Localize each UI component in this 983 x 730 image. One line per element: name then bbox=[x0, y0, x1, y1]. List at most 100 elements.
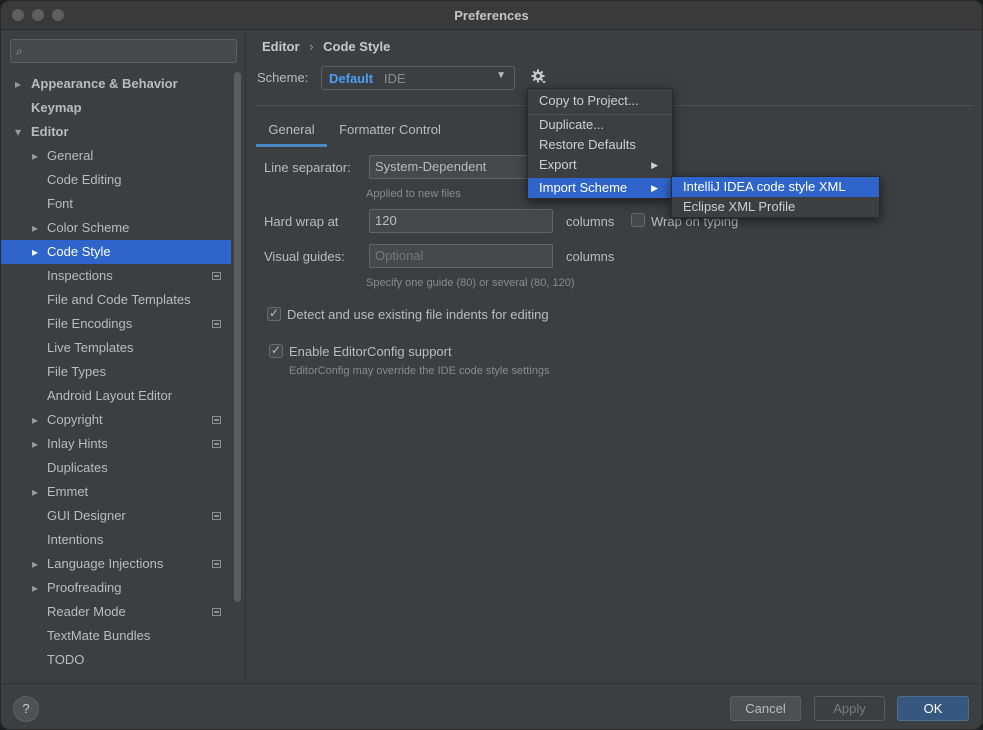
visual-guides-input[interactable]: Optional bbox=[369, 244, 553, 268]
project-level-icon bbox=[212, 560, 221, 568]
sidebar-item-reader-mode[interactable]: Reader Mode bbox=[1, 600, 231, 624]
hard-wrap-input[interactable]: 120 bbox=[369, 209, 553, 233]
tab-formatter-control[interactable]: Formatter Control bbox=[332, 115, 448, 147]
breadcrumb-parent[interactable]: Editor bbox=[262, 39, 300, 54]
scheme-type: IDE bbox=[384, 71, 406, 86]
chevron-down-icon[interactable]: ▾ bbox=[15, 120, 21, 144]
sidebar-item-label: Live Templates bbox=[47, 340, 134, 355]
detect-indents-label: Detect and use existing file indents for… bbox=[287, 307, 549, 322]
sidebar-item-label: Emmet bbox=[47, 484, 89, 499]
sidebar-item-duplicates[interactable]: Duplicates bbox=[1, 456, 231, 480]
sidebar-item-file-types[interactable]: File Types bbox=[1, 360, 231, 384]
sidebar-item-color-scheme[interactable]: ▸ Color Scheme bbox=[1, 216, 231, 240]
chevron-right-icon[interactable]: ▸ bbox=[32, 408, 38, 432]
help-button[interactable]: ? bbox=[13, 696, 39, 722]
preferences-window: Preferences ⌕ ▸ Appearance & Behavior Keym… bbox=[0, 0, 983, 730]
menu-item-duplicate[interactable]: Duplicate... bbox=[528, 115, 672, 135]
sidebar-item-code-style[interactable]: ▸ Code Style bbox=[1, 240, 231, 264]
wrap-on-typing-checkbox[interactable] bbox=[631, 213, 645, 227]
detect-indents-checkbox[interactable] bbox=[267, 306, 281, 321]
editorconfig-label: Enable EditorConfig support bbox=[289, 344, 452, 359]
chevron-right-icon[interactable]: ▸ bbox=[32, 432, 38, 456]
menu-item-label: IntelliJ IDEA code style XML bbox=[683, 179, 846, 194]
breadcrumb-separator: › bbox=[309, 39, 314, 54]
sidebar-item-label: General bbox=[47, 148, 94, 163]
menu-item-label: Export bbox=[539, 157, 577, 172]
sidebar-item-label: Android Layout Editor bbox=[47, 388, 173, 403]
sidebar-item-language-injections[interactable]: ▸ Language Injections bbox=[1, 552, 231, 576]
menu-item-label: Copy to Project... bbox=[539, 93, 639, 108]
sidebar-item-label: Font bbox=[47, 196, 74, 211]
visual-guides-unit: columns bbox=[566, 249, 615, 264]
sidebar-item-label: Inspections bbox=[47, 268, 113, 283]
tab-general[interactable]: General bbox=[256, 115, 327, 147]
project-level-icon bbox=[212, 440, 221, 448]
chevron-right-icon[interactable]: ▸ bbox=[32, 240, 38, 264]
project-level-icon bbox=[212, 608, 221, 616]
sidebar-item-file-and-code-templates[interactable]: File and Code Templates bbox=[1, 288, 231, 312]
sidebar-item-label: Appearance & Behavior bbox=[31, 76, 178, 91]
chevron-right-icon[interactable]: ▸ bbox=[32, 216, 38, 240]
menu-item-restore-defaults[interactable]: Restore Defaults bbox=[528, 135, 672, 155]
menu-item-copy-to-project[interactable]: Copy to Project... bbox=[528, 91, 672, 111]
menu-item-label: Restore Defaults bbox=[539, 137, 636, 152]
sidebar-item-label: Proofreading bbox=[47, 580, 122, 595]
sidebar-item-editor[interactable]: ▾ Editor bbox=[1, 120, 231, 144]
sidebar-item-code-editing[interactable]: Code Editing bbox=[1, 168, 231, 192]
visual-guides-placeholder: Optional bbox=[375, 248, 424, 263]
sidebar-item-file-encodings[interactable]: File Encodings bbox=[1, 312, 231, 336]
editorconfig-checkbox[interactable] bbox=[269, 343, 283, 358]
project-level-icon bbox=[212, 416, 221, 424]
line-separator-value: System-Dependent bbox=[375, 159, 487, 174]
search-icon: ⌕ bbox=[16, 44, 23, 58]
menu-item-intellij-xml[interactable]: IntelliJ IDEA code style XML bbox=[672, 177, 879, 197]
sidebar-item-emmet[interactable]: ▸ Emmet bbox=[1, 480, 231, 504]
breadcrumb-current: Code Style bbox=[323, 39, 391, 54]
cancel-button[interactable]: Cancel bbox=[730, 696, 801, 721]
project-level-icon bbox=[212, 320, 221, 328]
submenu-arrow-icon: ▶ bbox=[651, 160, 658, 170]
sidebar-item-copyright[interactable]: ▸ Copyright bbox=[1, 408, 231, 432]
sidebar-item-label: GUI Designer bbox=[47, 508, 126, 523]
sidebar-scrollbar[interactable] bbox=[234, 72, 241, 602]
menu-item-label: Duplicate... bbox=[539, 117, 605, 132]
ok-button[interactable]: OK bbox=[897, 696, 969, 721]
sidebar-item-label: File Types bbox=[47, 364, 107, 379]
sidebar-item-appearance-behavior[interactable]: ▸ Appearance & Behavior bbox=[1, 72, 231, 96]
line-separator-hint: Applied to new files bbox=[366, 188, 461, 200]
sidebar-item-label: TextMate Bundles bbox=[47, 628, 151, 643]
sidebar-item-label: File Encodings bbox=[47, 316, 133, 331]
scheme-dropdown[interactable]: Default IDE ▼ bbox=[321, 66, 515, 90]
apply-button[interactable]: Apply bbox=[814, 696, 885, 721]
sidebar-item-proofreading[interactable]: ▸ Proofreading bbox=[1, 576, 231, 600]
menu-item-import-scheme[interactable]: Import Scheme ▶ bbox=[528, 178, 672, 198]
sidebar-item-gui-designer[interactable]: GUI Designer bbox=[1, 504, 231, 528]
settings-search-input[interactable]: ⌕ bbox=[10, 39, 237, 63]
sidebar-item-intentions[interactable]: Intentions bbox=[1, 528, 231, 552]
sidebar-item-general[interactable]: ▸ General bbox=[1, 144, 231, 168]
sidebar-item-label: File and Code Templates bbox=[47, 292, 191, 307]
chevron-down-icon: ▼ bbox=[496, 70, 506, 81]
menu-item-export[interactable]: Export ▶ bbox=[528, 155, 672, 175]
chevron-right-icon[interactable]: ▸ bbox=[32, 576, 38, 600]
sidebar-item-inspections[interactable]: Inspections bbox=[1, 264, 231, 288]
gear-icon[interactable] bbox=[530, 68, 548, 86]
sidebar-item-inlay-hints[interactable]: ▸ Inlay Hints bbox=[1, 432, 231, 456]
sidebar-item-label: Copyright bbox=[47, 412, 103, 427]
scheme-name: Default bbox=[329, 71, 374, 86]
submenu-arrow-icon: ▶ bbox=[651, 183, 658, 193]
chevron-right-icon[interactable]: ▸ bbox=[32, 144, 38, 168]
chevron-right-icon[interactable]: ▸ bbox=[32, 480, 38, 504]
line-separator-label: Line separator: bbox=[264, 160, 351, 175]
sidebar-item-live-templates[interactable]: Live Templates bbox=[1, 336, 231, 360]
chevron-right-icon[interactable]: ▸ bbox=[15, 72, 21, 96]
sidebar-item-label: Color Scheme bbox=[47, 220, 130, 235]
sidebar-item-keymap[interactable]: Keymap bbox=[1, 96, 231, 120]
sidebar-item-textmate-bundles[interactable]: TextMate Bundles bbox=[1, 624, 231, 648]
chevron-right-icon[interactable]: ▸ bbox=[32, 552, 38, 576]
sidebar-item-font[interactable]: Font bbox=[1, 192, 231, 216]
line-separator-dropdown[interactable]: System-Dependent bbox=[369, 155, 529, 179]
menu-item-eclipse-xml[interactable]: Eclipse XML Profile bbox=[672, 197, 879, 217]
sidebar-item-todo[interactable]: TODO bbox=[1, 648, 231, 672]
sidebar-item-android-layout-editor[interactable]: Android Layout Editor bbox=[1, 384, 231, 408]
